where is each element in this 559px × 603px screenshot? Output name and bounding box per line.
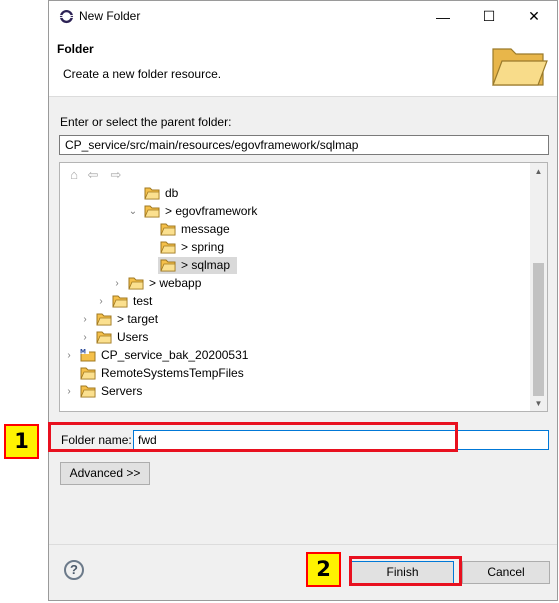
- tree-vertical-scrollbar[interactable]: ▲ ▼: [530, 163, 547, 411]
- tree-item-label: Users: [117, 330, 149, 344]
- expand-chevron-icon[interactable]: ›: [96, 293, 106, 310]
- folder-name-label: Folder name:: [61, 433, 132, 447]
- wizard-title: Folder: [57, 42, 94, 56]
- eclipse-app-icon: [59, 9, 74, 24]
- collapse-chevron-icon[interactable]: ⌄: [128, 203, 138, 220]
- svg-text:M: M: [80, 349, 86, 356]
- finish-button[interactable]: Finish: [351, 561, 454, 584]
- tree-item-label: Servers: [101, 384, 143, 398]
- folder-icon: [96, 331, 112, 344]
- tree-item-label: RemoteSystemsTempFiles: [101, 366, 244, 380]
- back-arrow-icon[interactable]: ⇦: [85, 167, 101, 183]
- expand-chevron-icon[interactable]: ›: [80, 329, 90, 346]
- tree-item-label: message: [181, 222, 230, 236]
- folder-icon: [80, 385, 96, 398]
- expand-chevron-icon[interactable]: ›: [64, 347, 74, 364]
- folder-icon: [160, 259, 176, 272]
- scroll-thumb[interactable]: [533, 263, 544, 396]
- minimize-icon: —: [436, 8, 450, 25]
- tree-item-label: db: [165, 186, 179, 200]
- tree-item-label: > webapp: [149, 276, 202, 290]
- folder-icon: [160, 241, 176, 254]
- forward-arrow-icon[interactable]: ⇨: [108, 167, 124, 183]
- open-folder-icon: [492, 48, 548, 86]
- expand-chevron-icon[interactable]: ›: [80, 311, 90, 328]
- close-button[interactable]: ✕: [511, 1, 557, 32]
- scroll-down-icon[interactable]: ▼: [530, 397, 547, 411]
- maximize-button[interactable]: ☐: [466, 1, 512, 32]
- close-icon: ✕: [528, 8, 540, 24]
- folder-icon: [144, 205, 160, 218]
- title-bar: New Folder — ☐ ✕: [49, 1, 557, 32]
- step-badge-2: 2: [306, 552, 341, 587]
- wizard-description: Create a new folder resource.: [63, 67, 222, 81]
- folder-icon: [96, 313, 112, 326]
- window-title: New Folder: [79, 9, 141, 23]
- wizard-header: Folder Create a new folder resource.: [49, 32, 557, 97]
- parent-folder-input[interactable]: CP_service/src/main/resources/egovframew…: [59, 135, 549, 155]
- tree-item-label: > target: [117, 312, 159, 326]
- tree-item-label: > egovframework: [165, 204, 258, 218]
- scroll-up-icon[interactable]: ▲: [530, 165, 547, 179]
- maven-project-icon: M: [80, 348, 96, 362]
- home-icon[interactable]: ⌂: [66, 167, 82, 183]
- help-icon[interactable]: ?: [64, 560, 84, 580]
- folder-icon: [80, 367, 96, 380]
- new-folder-dialog: New Folder — ☐ ✕ Folder Create a new fol…: [48, 0, 558, 601]
- folder-tree[interactable]: ⌂ ⇦ ⇨ db ⌄ > egovframework message > spr…: [59, 162, 548, 412]
- minimize-button[interactable]: —: [420, 1, 466, 32]
- tree-item-label: CP_service_bak_20200531: [101, 348, 249, 362]
- folder-name-input[interactable]: fwd: [133, 430, 549, 450]
- expand-chevron-icon[interactable]: ›: [112, 275, 122, 292]
- maximize-icon: ☐: [482, 8, 496, 24]
- tree-item-sqlmap[interactable]: > sqlmap: [158, 257, 237, 274]
- footer-separator: [49, 544, 557, 545]
- folder-icon: [144, 187, 160, 200]
- tree-item-label: > sqlmap: [181, 258, 231, 272]
- folder-icon: [112, 295, 128, 308]
- tree-item-label: > spring: [181, 240, 225, 254]
- step-badge-1: 1: [4, 424, 39, 459]
- parent-folder-label: Enter or select the parent folder:: [60, 115, 232, 129]
- folder-icon: [128, 277, 144, 290]
- folder-icon: [160, 223, 176, 236]
- expand-chevron-icon[interactable]: ›: [64, 383, 74, 400]
- tree-item-label: test: [133, 294, 153, 308]
- advanced-button[interactable]: Advanced >>: [60, 462, 150, 485]
- cancel-button[interactable]: Cancel: [462, 561, 550, 584]
